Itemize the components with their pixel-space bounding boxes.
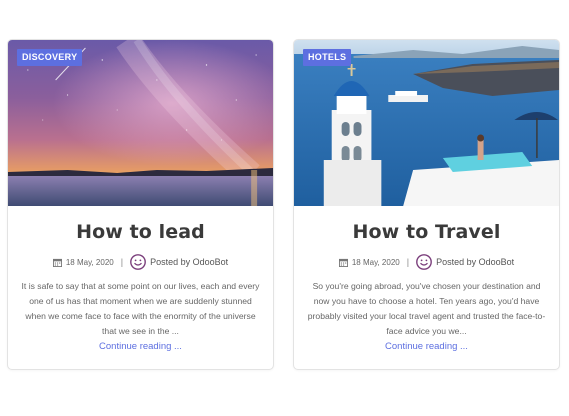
calendar-icon [52,258,62,267]
post-title[interactable]: How to Travel [294,221,559,243]
post-author: Posted by OdooBot [150,257,229,267]
meta-separator: | [406,257,410,267]
post-date: 18 May, 2020 [65,257,114,267]
post-meta: 18 May, 2020 | Posted by OdooBot [8,254,273,270]
post-cover-image[interactable]: HOTELS [294,40,559,206]
post-author: Posted by OdooBot [436,257,515,267]
post-cover-image[interactable]: DISCOVERY [8,40,273,206]
category-badge[interactable]: HOTELS [303,49,352,66]
continue-reading-link[interactable]: Continue reading ... [294,341,559,352]
avatar-smiley-icon [416,254,432,270]
blog-post-card[interactable]: HOTELS How to Travel 18 May, 2020 | Post… [293,39,560,370]
post-excerpt: So you're going abroad, you've chosen yo… [307,281,546,336]
post-title[interactable]: How to lead [8,221,273,243]
continue-reading-link[interactable]: Continue reading ... [8,341,273,352]
calendar-icon [338,258,348,267]
avatar-smiley-icon [130,254,146,270]
post-excerpt: It is safe to say that at some point on … [21,281,260,336]
meta-separator: | [120,257,124,267]
post-meta: 18 May, 2020 | Posted by OdooBot [294,254,559,270]
blog-post-card[interactable]: DISCOVERY How to lead 18 May, 2020 | Pos… [7,39,274,370]
category-badge[interactable]: DISCOVERY [17,49,83,66]
post-date: 18 May, 2020 [351,257,400,267]
